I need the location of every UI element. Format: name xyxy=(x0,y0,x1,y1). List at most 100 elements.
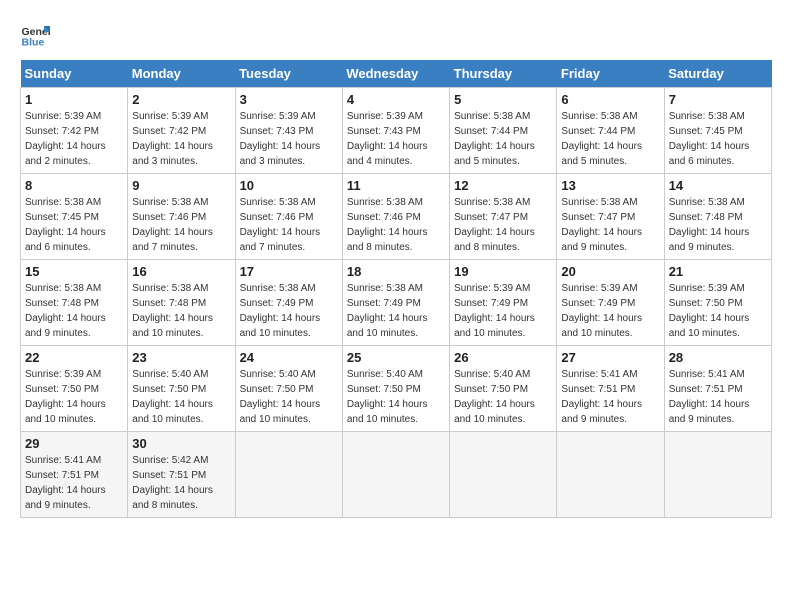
calendar-cell: 13 Sunrise: 5:38 AMSunset: 7:47 PMDaylig… xyxy=(557,174,664,260)
day-info: Sunrise: 5:38 AMSunset: 7:46 PMDaylight:… xyxy=(240,197,321,253)
weekday-header-saturday: Saturday xyxy=(664,60,771,88)
day-info: Sunrise: 5:40 AMSunset: 7:50 PMDaylight:… xyxy=(347,369,428,425)
calendar-cell: 6 Sunrise: 5:38 AMSunset: 7:44 PMDayligh… xyxy=(557,88,664,174)
page-header: General Blue xyxy=(20,20,772,50)
day-info: Sunrise: 5:39 AMSunset: 7:42 PMDaylight:… xyxy=(25,111,106,167)
logo: General Blue xyxy=(20,20,54,50)
day-info: Sunrise: 5:38 AMSunset: 7:45 PMDaylight:… xyxy=(25,197,106,253)
day-number: 15 xyxy=(25,264,123,279)
weekday-header-tuesday: Tuesday xyxy=(235,60,342,88)
calendar-cell xyxy=(557,432,664,518)
calendar-cell: 30 Sunrise: 5:42 AMSunset: 7:51 PMDaylig… xyxy=(128,432,235,518)
day-info: Sunrise: 5:38 AMSunset: 7:49 PMDaylight:… xyxy=(347,283,428,339)
day-info: Sunrise: 5:41 AMSunset: 7:51 PMDaylight:… xyxy=(25,455,106,511)
day-info: Sunrise: 5:38 AMSunset: 7:48 PMDaylight:… xyxy=(132,283,213,339)
calendar-cell: 9 Sunrise: 5:38 AMSunset: 7:46 PMDayligh… xyxy=(128,174,235,260)
calendar-cell: 21 Sunrise: 5:39 AMSunset: 7:50 PMDaylig… xyxy=(664,260,771,346)
calendar-cell: 27 Sunrise: 5:41 AMSunset: 7:51 PMDaylig… xyxy=(557,346,664,432)
calendar-week-row: 29 Sunrise: 5:41 AMSunset: 7:51 PMDaylig… xyxy=(21,432,772,518)
day-number: 16 xyxy=(132,264,230,279)
day-number: 10 xyxy=(240,178,338,193)
calendar-cell: 14 Sunrise: 5:38 AMSunset: 7:48 PMDaylig… xyxy=(664,174,771,260)
logo-icon: General Blue xyxy=(20,20,50,50)
day-number: 7 xyxy=(669,92,767,107)
calendar-cell: 26 Sunrise: 5:40 AMSunset: 7:50 PMDaylig… xyxy=(450,346,557,432)
calendar-cell: 3 Sunrise: 5:39 AMSunset: 7:43 PMDayligh… xyxy=(235,88,342,174)
day-info: Sunrise: 5:38 AMSunset: 7:48 PMDaylight:… xyxy=(25,283,106,339)
calendar-cell: 11 Sunrise: 5:38 AMSunset: 7:46 PMDaylig… xyxy=(342,174,449,260)
weekday-header-friday: Friday xyxy=(557,60,664,88)
day-info: Sunrise: 5:38 AMSunset: 7:45 PMDaylight:… xyxy=(669,111,750,167)
day-number: 8 xyxy=(25,178,123,193)
calendar-cell: 19 Sunrise: 5:39 AMSunset: 7:49 PMDaylig… xyxy=(450,260,557,346)
day-info: Sunrise: 5:42 AMSunset: 7:51 PMDaylight:… xyxy=(132,455,213,511)
day-info: Sunrise: 5:40 AMSunset: 7:50 PMDaylight:… xyxy=(240,369,321,425)
svg-text:Blue: Blue xyxy=(22,37,45,49)
day-info: Sunrise: 5:41 AMSunset: 7:51 PMDaylight:… xyxy=(561,369,642,425)
day-info: Sunrise: 5:40 AMSunset: 7:50 PMDaylight:… xyxy=(132,369,213,425)
day-number: 11 xyxy=(347,178,445,193)
calendar-cell: 16 Sunrise: 5:38 AMSunset: 7:48 PMDaylig… xyxy=(128,260,235,346)
calendar-cell: 23 Sunrise: 5:40 AMSunset: 7:50 PMDaylig… xyxy=(128,346,235,432)
day-info: Sunrise: 5:38 AMSunset: 7:44 PMDaylight:… xyxy=(454,111,535,167)
day-number: 19 xyxy=(454,264,552,279)
calendar-cell: 29 Sunrise: 5:41 AMSunset: 7:51 PMDaylig… xyxy=(21,432,128,518)
day-number: 28 xyxy=(669,350,767,365)
calendar-cell: 1 Sunrise: 5:39 AMSunset: 7:42 PMDayligh… xyxy=(21,88,128,174)
calendar-cell: 5 Sunrise: 5:38 AMSunset: 7:44 PMDayligh… xyxy=(450,88,557,174)
day-number: 18 xyxy=(347,264,445,279)
calendar-cell: 25 Sunrise: 5:40 AMSunset: 7:50 PMDaylig… xyxy=(342,346,449,432)
weekday-header-sunday: Sunday xyxy=(21,60,128,88)
calendar-week-row: 15 Sunrise: 5:38 AMSunset: 7:48 PMDaylig… xyxy=(21,260,772,346)
day-number: 25 xyxy=(347,350,445,365)
day-number: 9 xyxy=(132,178,230,193)
day-number: 27 xyxy=(561,350,659,365)
calendar-week-row: 8 Sunrise: 5:38 AMSunset: 7:45 PMDayligh… xyxy=(21,174,772,260)
day-info: Sunrise: 5:38 AMSunset: 7:46 PMDaylight:… xyxy=(132,197,213,253)
calendar-cell xyxy=(664,432,771,518)
day-info: Sunrise: 5:39 AMSunset: 7:49 PMDaylight:… xyxy=(561,283,642,339)
day-info: Sunrise: 5:38 AMSunset: 7:47 PMDaylight:… xyxy=(454,197,535,253)
day-number: 3 xyxy=(240,92,338,107)
day-number: 14 xyxy=(669,178,767,193)
calendar-header-row: SundayMondayTuesdayWednesdayThursdayFrid… xyxy=(21,60,772,88)
day-number: 6 xyxy=(561,92,659,107)
day-info: Sunrise: 5:38 AMSunset: 7:44 PMDaylight:… xyxy=(561,111,642,167)
day-number: 12 xyxy=(454,178,552,193)
day-info: Sunrise: 5:39 AMSunset: 7:50 PMDaylight:… xyxy=(25,369,106,425)
calendar-week-row: 22 Sunrise: 5:39 AMSunset: 7:50 PMDaylig… xyxy=(21,346,772,432)
day-number: 22 xyxy=(25,350,123,365)
day-number: 20 xyxy=(561,264,659,279)
calendar-cell: 10 Sunrise: 5:38 AMSunset: 7:46 PMDaylig… xyxy=(235,174,342,260)
calendar-cell: 17 Sunrise: 5:38 AMSunset: 7:49 PMDaylig… xyxy=(235,260,342,346)
calendar-cell xyxy=(342,432,449,518)
calendar-cell: 22 Sunrise: 5:39 AMSunset: 7:50 PMDaylig… xyxy=(21,346,128,432)
calendar-cell: 7 Sunrise: 5:38 AMSunset: 7:45 PMDayligh… xyxy=(664,88,771,174)
calendar-cell: 18 Sunrise: 5:38 AMSunset: 7:49 PMDaylig… xyxy=(342,260,449,346)
calendar-cell: 2 Sunrise: 5:39 AMSunset: 7:42 PMDayligh… xyxy=(128,88,235,174)
day-number: 26 xyxy=(454,350,552,365)
day-info: Sunrise: 5:39 AMSunset: 7:42 PMDaylight:… xyxy=(132,111,213,167)
day-info: Sunrise: 5:39 AMSunset: 7:50 PMDaylight:… xyxy=(669,283,750,339)
day-number: 2 xyxy=(132,92,230,107)
calendar-cell: 12 Sunrise: 5:38 AMSunset: 7:47 PMDaylig… xyxy=(450,174,557,260)
day-number: 5 xyxy=(454,92,552,107)
day-info: Sunrise: 5:39 AMSunset: 7:43 PMDaylight:… xyxy=(347,111,428,167)
day-info: Sunrise: 5:39 AMSunset: 7:43 PMDaylight:… xyxy=(240,111,321,167)
day-number: 23 xyxy=(132,350,230,365)
day-info: Sunrise: 5:38 AMSunset: 7:46 PMDaylight:… xyxy=(347,197,428,253)
day-number: 30 xyxy=(132,436,230,451)
day-info: Sunrise: 5:41 AMSunset: 7:51 PMDaylight:… xyxy=(669,369,750,425)
day-info: Sunrise: 5:38 AMSunset: 7:47 PMDaylight:… xyxy=(561,197,642,253)
day-info: Sunrise: 5:40 AMSunset: 7:50 PMDaylight:… xyxy=(454,369,535,425)
weekday-header-thursday: Thursday xyxy=(450,60,557,88)
day-number: 4 xyxy=(347,92,445,107)
day-info: Sunrise: 5:39 AMSunset: 7:49 PMDaylight:… xyxy=(454,283,535,339)
calendar-week-row: 1 Sunrise: 5:39 AMSunset: 7:42 PMDayligh… xyxy=(21,88,772,174)
weekday-header-wednesday: Wednesday xyxy=(342,60,449,88)
calendar-cell: 4 Sunrise: 5:39 AMSunset: 7:43 PMDayligh… xyxy=(342,88,449,174)
calendar-cell: 24 Sunrise: 5:40 AMSunset: 7:50 PMDaylig… xyxy=(235,346,342,432)
calendar-table: SundayMondayTuesdayWednesdayThursdayFrid… xyxy=(20,60,772,518)
weekday-header-monday: Monday xyxy=(128,60,235,88)
day-number: 13 xyxy=(561,178,659,193)
